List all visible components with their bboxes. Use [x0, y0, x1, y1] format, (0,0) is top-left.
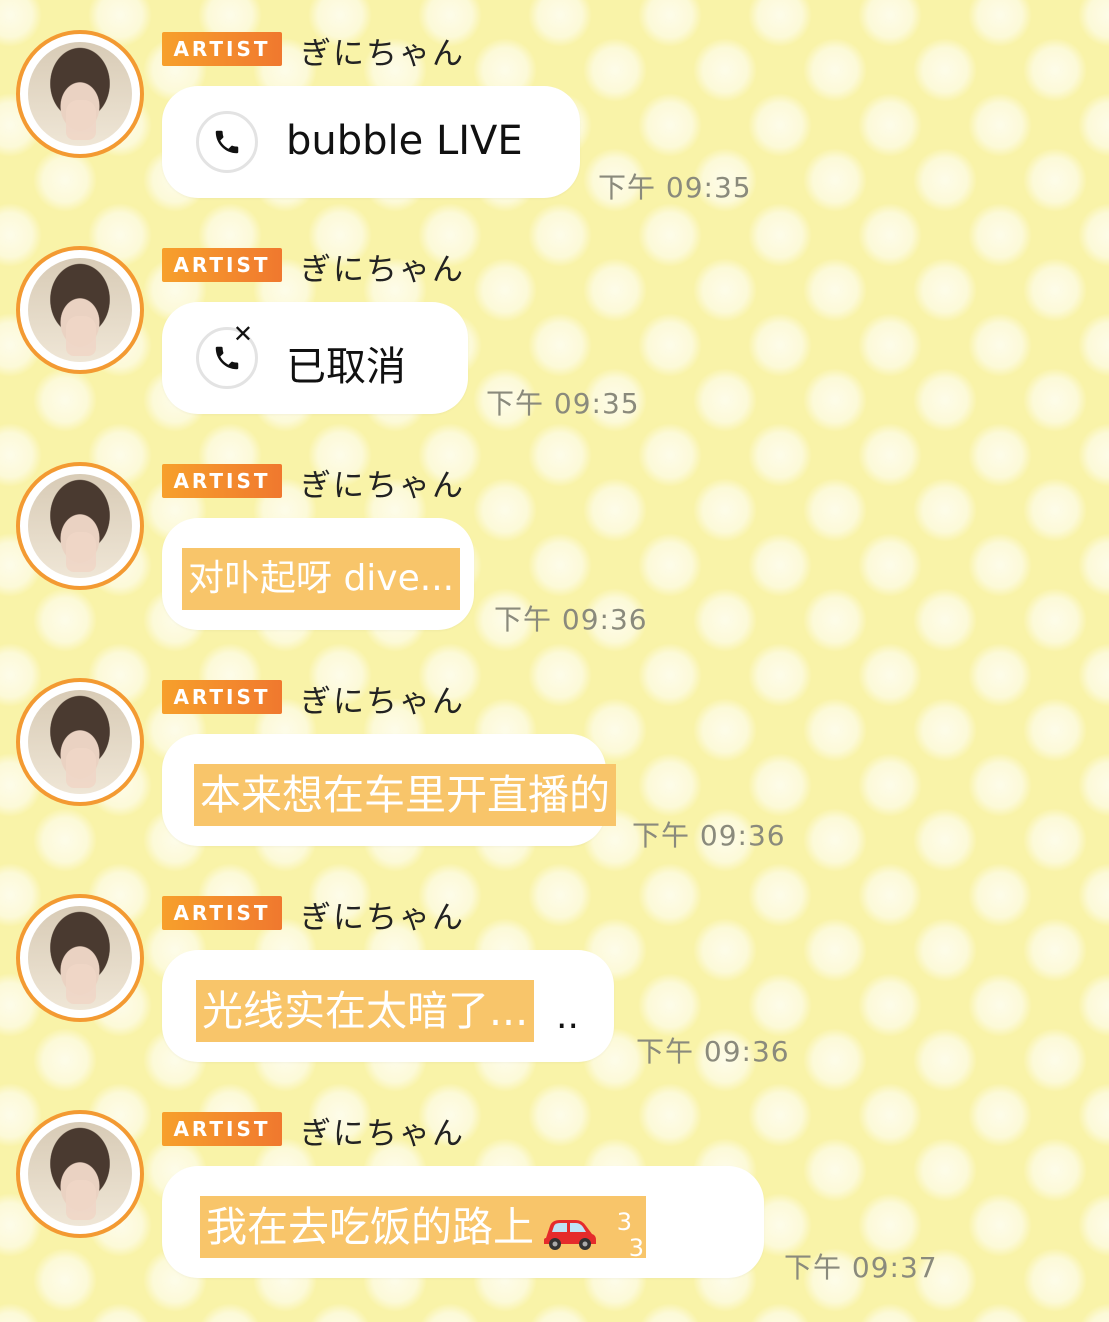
message-row: ARTIST ぎにちゃん 我在去吃饭的路上 3 3 下午 09:37 — [0, 1080, 1109, 1290]
car-icon — [540, 1210, 598, 1250]
call-label: 已取消 — [286, 344, 406, 390]
message-text: 本来想在车里开直播的 — [194, 764, 616, 826]
sender-name: ぎにちゃん — [300, 468, 465, 504]
avatar[interactable] — [16, 678, 144, 806]
message-row: ARTIST ぎにちゃん ✕ 已取消 下午 09:35 — [0, 216, 1109, 426]
avatar[interactable] — [16, 246, 144, 374]
close-icon: ✕ — [232, 320, 253, 348]
sender-name: ぎにちゃん — [300, 1116, 465, 1152]
message-row: ARTIST ぎにちゃん 光线实在太暗了... .. 下午 09:36 — [0, 864, 1109, 1074]
message-trailing-text: .. — [556, 996, 579, 1037]
text-bubble[interactable]: 光线实在太暗了... .. — [162, 950, 614, 1062]
artist-badge: ARTIST — [162, 248, 282, 282]
call-bubble[interactable]: ✕ 已取消 — [162, 302, 468, 414]
avatar[interactable] — [16, 1110, 144, 1238]
artist-badge: ARTIST — [162, 896, 282, 930]
sender-name: ぎにちゃん — [300, 36, 465, 72]
phone-cancelled-icon: ✕ — [196, 322, 258, 389]
call-bubble[interactable]: bubble LIVE — [162, 86, 580, 198]
sender-name: ぎにちゃん — [300, 900, 465, 936]
timestamp: 下午 09:36 — [636, 1035, 790, 1068]
artist-badge: ARTIST — [162, 464, 282, 498]
artist-badge: ARTIST — [162, 1112, 282, 1146]
timestamp: 下午 09:35 — [486, 387, 640, 420]
message-text: 对卟起呀 dive... — [182, 548, 461, 610]
timestamp: 下午 09:36 — [632, 819, 786, 852]
avatar[interactable] — [16, 462, 144, 590]
avatar[interactable] — [16, 30, 144, 158]
timestamp: 下午 09:35 — [598, 171, 752, 204]
text-bubble[interactable]: 我在去吃饭的路上 3 3 — [162, 1166, 764, 1278]
message-text: 我在去吃饭的路上 — [206, 1203, 534, 1251]
artist-badge: ARTIST — [162, 32, 282, 66]
timestamp: 下午 09:36 — [494, 603, 648, 636]
message-row: ARTIST ぎにちゃん 本来想在车里开直播的 下午 09:36 — [0, 648, 1109, 858]
avatar[interactable] — [16, 894, 144, 1022]
message-text: 光线实在太暗了... — [196, 980, 535, 1042]
text-bubble[interactable]: 对卟起呀 dive... — [162, 518, 474, 630]
call-label: bubble LIVE — [286, 118, 523, 164]
sender-name: ぎにちゃん — [300, 252, 465, 288]
timestamp: 下午 09:37 — [784, 1251, 938, 1284]
message-text-wrap: 我在去吃饭的路上 3 3 — [200, 1196, 646, 1262]
chat-thread: ARTIST ぎにちゃん bubble LIVE 下午 09:35 ARTIST… — [0, 0, 1109, 1322]
superscript-mark: 3 — [628, 1234, 644, 1262]
text-bubble[interactable]: 本来想在车里开直播的 — [162, 734, 616, 846]
artist-badge: ARTIST — [162, 680, 282, 714]
sender-name: ぎにちゃん — [300, 684, 465, 720]
message-row: ARTIST ぎにちゃん bubble LIVE 下午 09:35 — [0, 0, 1109, 210]
message-row: ARTIST ぎにちゃん 对卟起呀 dive... 下午 09:36 — [0, 432, 1109, 642]
phone-icon — [196, 111, 258, 173]
